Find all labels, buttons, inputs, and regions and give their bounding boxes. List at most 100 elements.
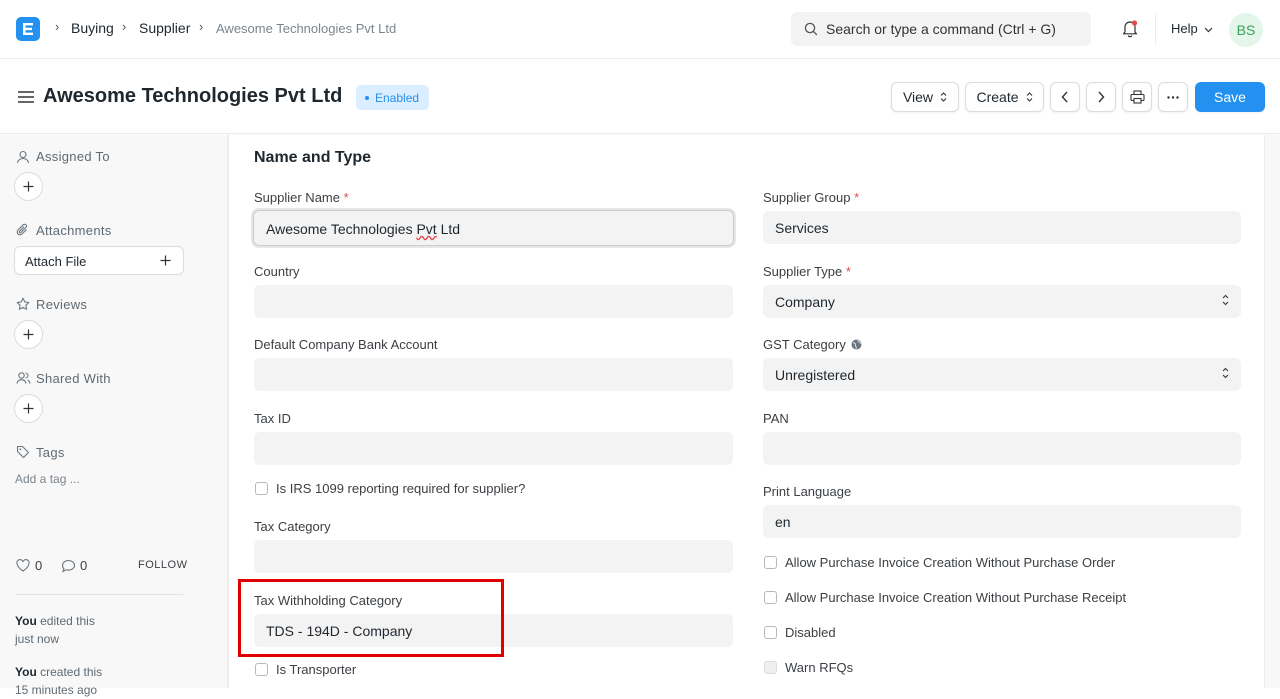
plus-icon <box>23 403 34 414</box>
activity-item: You created this 15 minutes ago <box>15 663 102 699</box>
allow-pi-without-pr-checkbox[interactable] <box>764 591 777 604</box>
plus-icon <box>23 181 34 192</box>
print-button[interactable] <box>1122 82 1152 112</box>
form-sidebar: Assigned To Attachments Attach File Revi… <box>0 135 228 697</box>
page-title: Awesome Technologies Pvt Ltd <box>43 85 343 107</box>
tax-category-field[interactable] <box>254 540 733 573</box>
sort-chevrons-icon <box>1026 92 1032 102</box>
supplier-name-value: Awesome Technologies Pvt Ltd <box>266 221 461 237</box>
disabled-checkbox[interactable] <box>764 626 777 639</box>
status-label: Enabled <box>375 90 420 105</box>
chevron-left-icon <box>1061 91 1068 103</box>
globe-icon <box>851 339 862 350</box>
supplier-group-label: Supplier Group * <box>763 190 860 205</box>
attach-file-button[interactable]: Attach File <box>14 246 184 275</box>
select-chevrons-icon <box>1222 294 1229 306</box>
add-tag-link[interactable]: Add a tag ... <box>15 472 80 486</box>
likes-count: 0 <box>35 558 43 573</box>
navbar-divider <box>1155 14 1156 44</box>
pan-field[interactable] <box>763 432 1241 465</box>
sidebar-toggle-icon[interactable] <box>18 91 34 103</box>
chevron-right-icon <box>1098 91 1105 103</box>
country-field[interactable] <box>254 285 733 318</box>
star-icon <box>16 297 30 310</box>
activity-action: edited this <box>40 614 95 628</box>
add-assignee-button[interactable] <box>14 172 43 201</box>
disabled-label: Disabled <box>785 625 836 640</box>
activity-user: You <box>15 614 37 628</box>
warn-rfqs-checkbox <box>764 661 777 674</box>
is-transporter-checkbox[interactable] <box>255 663 268 676</box>
attachments-label: Attachments <box>36 223 112 238</box>
view-button[interactable]: View <box>891 82 959 112</box>
search-placeholder: Search or type a command (Ctrl + G) <box>826 21 1056 37</box>
follow-button[interactable]: FOLLOW <box>138 559 187 571</box>
irs-1099-checkbox[interactable] <box>255 482 268 495</box>
view-label: View <box>902 89 934 105</box>
app-logo[interactable] <box>16 17 40 41</box>
print-language-value: en <box>775 514 791 530</box>
erpnext-logo-icon <box>23 23 33 35</box>
allow-pi-without-po-label: Allow Purchase Invoice Creation Without … <box>785 555 1116 570</box>
search-icon <box>804 22 818 36</box>
supplier-name-field[interactable]: Awesome Technologies Pvt Ltd <box>253 210 734 246</box>
bank-account-label: Default Company Bank Account <box>254 337 438 352</box>
allow-pi-without-pr-label: Allow Purchase Invoice Creation Without … <box>785 590 1127 605</box>
plus-icon <box>23 329 34 340</box>
supplier-group-value: Services <box>775 220 829 236</box>
assigned-to-label: Assigned To <box>36 149 110 164</box>
supplier-type-value: Company <box>775 294 835 310</box>
breadcrumb-supplier[interactable]: Supplier <box>139 20 190 36</box>
tax-id-label: Tax ID <box>254 411 291 426</box>
add-review-button[interactable] <box>14 320 43 349</box>
help-dropdown[interactable]: Help <box>1171 21 1213 36</box>
page-header: Awesome Technologies Pvt Ltd Enabled Vie… <box>0 60 1280 134</box>
comment-icon[interactable] <box>61 559 76 573</box>
paperclip-icon <box>16 223 27 236</box>
print-language-field[interactable]: en <box>763 505 1241 538</box>
activity-item: You edited this just now <box>15 612 95 648</box>
help-label: Help <box>1171 21 1198 36</box>
irs-1099-label: Is IRS 1099 reporting required for suppl… <box>276 481 526 496</box>
printer-icon <box>1129 90 1145 104</box>
warn-rfqs-label: Warn RFQs <box>785 660 854 675</box>
sidebar-divider <box>15 594 183 595</box>
previous-record-button[interactable] <box>1050 82 1080 112</box>
plus-icon <box>160 255 171 266</box>
breadcrumb-buying[interactable]: Buying <box>71 20 114 36</box>
chevron-right-icon: › <box>55 19 60 34</box>
country-label: Country <box>254 264 300 279</box>
attach-file-label: Attach File <box>25 254 87 269</box>
add-share-button[interactable] <box>14 394 43 423</box>
highlight-box <box>238 579 504 657</box>
supplier-group-field[interactable]: Services <box>763 211 1241 244</box>
chevron-right-icon: › <box>122 19 127 34</box>
save-button[interactable]: Save <box>1195 82 1265 112</box>
notification-bell-icon[interactable] <box>1121 19 1139 38</box>
tax-category-label: Tax Category <box>254 519 331 534</box>
user-avatar[interactable]: BS <box>1229 13 1263 47</box>
sort-chevrons-icon <box>940 92 947 102</box>
tax-id-field[interactable] <box>254 432 733 465</box>
create-button[interactable]: Create <box>965 82 1044 112</box>
supplier-type-select[interactable]: Company <box>763 285 1241 318</box>
is-transporter-label: Is Transporter <box>276 662 357 677</box>
gst-category-select[interactable]: Unregistered <box>763 358 1241 391</box>
search-input[interactable]: Search or type a command (Ctrl + G) <box>791 12 1091 46</box>
activity-user: You <box>15 665 37 679</box>
more-horizontal-icon <box>1167 95 1179 99</box>
allow-pi-without-po-checkbox[interactable] <box>764 556 777 569</box>
shared-with-label: Shared With <box>36 371 111 386</box>
tag-icon <box>16 445 30 459</box>
chevron-down-icon <box>1204 27 1213 33</box>
heart-icon[interactable] <box>16 559 30 572</box>
bank-account-field[interactable] <box>254 358 733 391</box>
breadcrumb-current[interactable]: Awesome Technologies Pvt Ltd <box>216 21 396 36</box>
next-record-button[interactable] <box>1086 82 1116 112</box>
chevron-right-icon: › <box>199 19 204 34</box>
more-actions-button[interactable] <box>1158 82 1188 112</box>
select-chevrons-icon <box>1222 367 1229 379</box>
comments-count: 0 <box>80 558 88 573</box>
tags-label: Tags <box>36 445 65 460</box>
status-dot-icon <box>365 95 369 100</box>
